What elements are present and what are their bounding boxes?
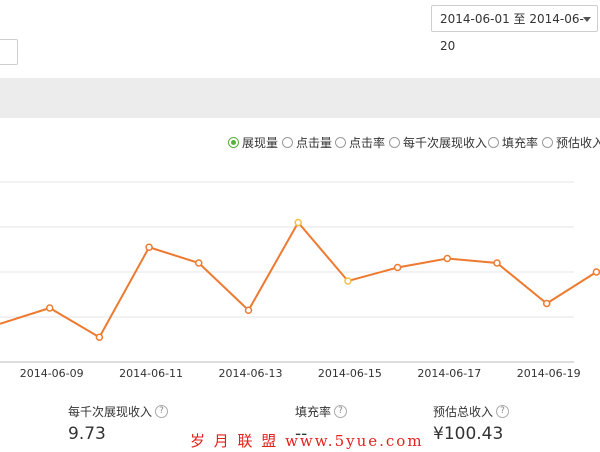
watermark: 岁 月 联 盟 www.5yue.com: [190, 432, 424, 450]
x-tick-label: 2014-06-11: [119, 367, 183, 380]
data-point: [95, 333, 104, 341]
metric-label: 预估收入: [556, 135, 600, 150]
summary-label-rpm: 每千次展现收入 ?: [68, 403, 169, 420]
metric-radio-fill-rate[interactable]: 填充率: [488, 134, 538, 150]
metric-radio-impressions[interactable]: 展现量: [228, 134, 278, 150]
metric-radio-rpm[interactable]: 每千次展现收入: [389, 134, 487, 150]
data-point: [443, 254, 452, 263]
summary-label-est-revenue: 预估总收入 ?: [433, 403, 510, 420]
data-point: [294, 218, 302, 227]
radio-icon: [335, 136, 346, 148]
metric-radio-clicks[interactable]: 点击量: [282, 134, 332, 150]
metric-radio-est-revenue[interactable]: 预估收入: [542, 134, 600, 150]
help-icon[interactable]: ?: [334, 405, 348, 418]
x-tick-label: 2014-06-13: [219, 367, 283, 380]
metric-label: 填充率: [502, 135, 539, 150]
chevron-down-icon: [583, 17, 591, 22]
summary-value-est-revenue: ¥100.43: [433, 424, 504, 444]
date-range-select[interactable]: 2014-06-01 至 2014-06-20: [431, 5, 598, 53]
data-point: [493, 259, 501, 267]
data-point: [542, 299, 551, 308]
summary-value-rpm: 9.73: [68, 424, 106, 444]
date-range-label: 2014-06-01 至 2014-06-20: [440, 12, 584, 53]
summary-label-fill-rate: 填充率 ?: [295, 403, 348, 420]
radio-icon: [488, 136, 499, 148]
radio-icon: [542, 136, 553, 148]
data-point: [145, 243, 153, 251]
data-point: [195, 259, 203, 267]
metric-label: 点击率: [349, 135, 386, 150]
summary-label-text: 填充率: [295, 405, 332, 419]
line-chart: 2014-06-09 2014-06-11 2014-06-13 2014-06-15…: [0, 181, 600, 380]
radio-icon: [282, 136, 293, 148]
data-point: [393, 263, 402, 272]
radio-checked-icon: [228, 136, 239, 148]
x-tick-label: 2014-06-15: [318, 367, 382, 380]
radio-icon: [389, 136, 400, 148]
series-line: [0, 220, 597, 339]
help-icon[interactable]: ?: [155, 405, 169, 418]
data-point: [344, 277, 352, 285]
metric-label: 点击量: [296, 135, 333, 150]
toolbar-button[interactable]: [0, 39, 18, 65]
metric-radio-ctr[interactable]: 点击率: [335, 134, 385, 150]
data-point: [45, 304, 54, 312]
help-icon[interactable]: ?: [496, 405, 510, 418]
data-point: [592, 268, 600, 276]
x-tick-label: 2014-06-19: [517, 367, 581, 380]
metric-label: 展现量: [242, 135, 279, 150]
data-point: [244, 306, 253, 314]
metric-label: 每千次展现收入: [403, 135, 488, 150]
summary-label-text: 预估总收入: [433, 405, 494, 419]
x-tick-label: 2014-06-17: [417, 367, 481, 380]
x-tick-label: 2014-06-09: [20, 367, 84, 380]
summary-label-text: 每千次展现收入: [68, 405, 153, 419]
filter-bar: [0, 78, 600, 118]
